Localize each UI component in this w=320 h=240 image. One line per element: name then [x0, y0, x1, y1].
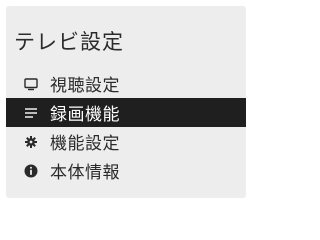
- list-icon: [24, 106, 38, 120]
- gear-icon: [24, 135, 38, 149]
- menu-item-recording-functions[interactable]: 録画機能: [6, 98, 246, 127]
- menu-item-label: 本体情報: [50, 163, 120, 183]
- menu-item-label: 録画機能: [50, 105, 120, 125]
- tv-settings-menu-panel: テレビ設定 視聴設定 録画機能 機能設定 本体情報: [6, 6, 246, 198]
- menu-item-label: 機能設定: [50, 134, 120, 154]
- menu-item-device-info[interactable]: 本体情報: [6, 156, 246, 185]
- menu-item-function-settings[interactable]: 機能設定: [6, 127, 246, 156]
- info-icon: [24, 164, 38, 178]
- settings-menu-list: 視聴設定 録画機能 機能設定 本体情報: [6, 69, 246, 185]
- menu-item-viewing-settings[interactable]: 視聴設定: [6, 69, 246, 98]
- menu-item-label: 視聴設定: [50, 76, 120, 96]
- menu-title: テレビ設定: [14, 30, 124, 54]
- tv-icon: [24, 77, 38, 91]
